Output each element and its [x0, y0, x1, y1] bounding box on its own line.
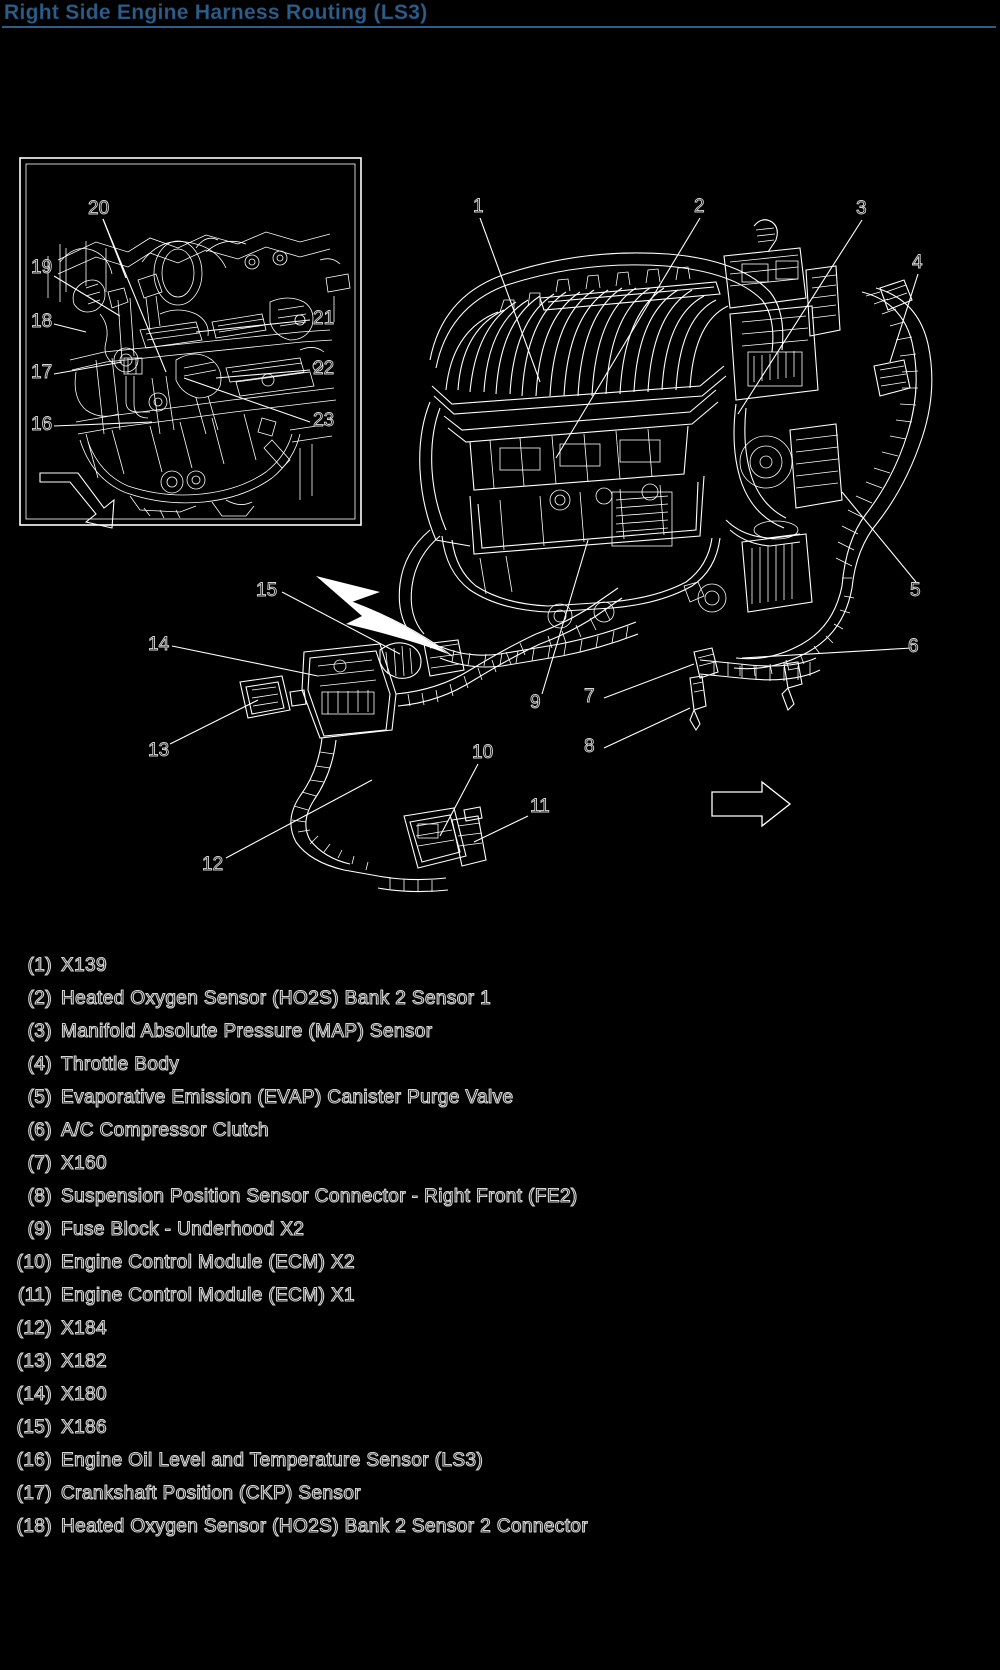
legend-item: (13) X182 [0, 1351, 1000, 1384]
legend-index: (4) [27, 1054, 52, 1076]
callout-15: 15 [256, 580, 277, 601]
legend-item: (4) Throttle Body [0, 1054, 1000, 1087]
legend-label: Crankshaft Position (CKP) Sensor [60, 1483, 362, 1505]
engine-line-art [239, 219, 933, 893]
callout-21: 21 [313, 308, 334, 329]
arrow-right-icon [711, 780, 792, 828]
callout-20: 20 [88, 198, 109, 219]
legend-index: (14) [16, 1384, 52, 1406]
legend-label: Heated Oxygen Sensor (HO2S) Bank 2 Senso… [60, 988, 492, 1010]
callout-7: 7 [584, 686, 595, 707]
legend-index: (18) [16, 1516, 52, 1538]
legend-index: (2) [27, 988, 52, 1010]
callout-5: 5 [910, 580, 921, 601]
legend-label: X182 [61, 1351, 108, 1373]
callout-23: 23 [313, 410, 334, 431]
legend-item: (11) Engine Control Module (ECM) X1 [0, 1285, 1000, 1318]
legend-item: (1) X139 [0, 955, 1000, 988]
legend-item: (17) Crankshaft Position (CKP) Sensor [0, 1483, 1000, 1516]
legend-label: Engine Control Module (ECM) X1 [61, 1285, 356, 1307]
legend-label: Suspension Position Sensor Connector - R… [61, 1186, 578, 1208]
legend-item: (2) Heated Oxygen Sensor (HO2S) Bank 2 S… [0, 988, 1000, 1021]
title-bar: Right Side Engine Harness Routing (LS3) [0, 0, 1000, 30]
callout-2: 2 [694, 196, 705, 217]
callout-13: 13 [148, 740, 169, 761]
page-title: Right Side Engine Harness Routing (LS3) [4, 1, 428, 24]
callout-6: 6 [908, 636, 919, 657]
legend-label: X160 [61, 1153, 108, 1175]
legend-index: (17) [16, 1483, 52, 1505]
callout-17: 17 [31, 362, 52, 383]
legend-index: (9) [27, 1219, 52, 1241]
arrow-curved-up-left-icon [316, 576, 453, 657]
callout-4: 4 [912, 252, 923, 273]
legend-index: (10) [16, 1252, 52, 1274]
callout-16: 16 [31, 414, 52, 435]
legend-index: (13) [16, 1351, 52, 1373]
legend-label: Engine Control Module (ECM) X2 [61, 1252, 356, 1274]
callout-1: 1 [473, 196, 484, 217]
callout-9: 9 [530, 692, 541, 713]
arrow-down-left-icon [39, 472, 115, 529]
legend-item: (6) A/C Compressor Clutch [0, 1120, 1000, 1153]
legend-label: X180 [61, 1384, 108, 1406]
legend-index: (11) [18, 1285, 53, 1307]
callout-8: 8 [584, 736, 595, 757]
inset-line-art [47, 231, 351, 519]
legend-item: (10) Engine Control Module (ECM) X2 [0, 1252, 1000, 1285]
callout-14: 14 [148, 634, 170, 655]
legend-index: (16) [16, 1450, 52, 1472]
legend-index: (5) [27, 1087, 52, 1109]
callout-12: 12 [202, 854, 223, 875]
legend-item: (15) X186 [0, 1417, 1000, 1450]
conduit-ribs-drop [291, 751, 369, 871]
callout-22: 22 [313, 358, 334, 379]
callout-11: 11 [530, 796, 550, 817]
legend-item: (7) X160 [0, 1153, 1000, 1186]
legend-index: (8) [27, 1186, 52, 1208]
component-legend: (1) X139 (2) Heated Oxygen Sensor (HO2S)… [0, 955, 1000, 1549]
legend-item: (8) Suspension Position Sensor Connector… [0, 1186, 1000, 1219]
legend-item: (18) Heated Oxygen Sensor (HO2S) Bank 2 … [0, 1516, 1000, 1549]
legend-label: Fuse Block - Underhood X2 [60, 1219, 305, 1241]
legend-item: (14) X180 [0, 1384, 1000, 1417]
legend-index: (6) [27, 1120, 52, 1142]
legend-item: (12) X184 [0, 1318, 1000, 1351]
legend-label: X184 [61, 1318, 108, 1340]
legend-label: Engine Oil Level and Temperature Sensor … [60, 1450, 484, 1472]
callout-3: 3 [856, 198, 867, 219]
legend-item: (16) Engine Oil Level and Temperature Se… [0, 1450, 1000, 1483]
callout-18: 18 [31, 311, 52, 332]
legend-label: Heated Oxygen Sensor (HO2S) Bank 2 Senso… [60, 1516, 589, 1538]
inset-detail-panel: 20 19 18 17 16 21 22 23 [19, 157, 362, 529]
legend-label: X139 [61, 955, 108, 977]
callout-19: 19 [31, 257, 52, 278]
legend-label: A/C Compressor Clutch [61, 1120, 270, 1142]
legend-index: (3) [27, 1021, 52, 1043]
legend-index: (7) [27, 1153, 52, 1175]
callout-10: 10 [472, 742, 493, 763]
legend-index: (15) [16, 1417, 52, 1439]
legend-label: Throttle Body [60, 1054, 180, 1076]
legend-label: Evaporative Emission (EVAP) Canister Pur… [61, 1087, 514, 1109]
legend-label: Manifold Absolute Pressure (MAP) Sensor [60, 1021, 433, 1043]
legend-index: (1) [27, 955, 52, 977]
legend-index: (12) [16, 1318, 52, 1340]
legend-label: X186 [61, 1417, 108, 1439]
legend-item: (3) Manifold Absolute Pressure (MAP) Sen… [0, 1021, 1000, 1054]
title-underline-rule [2, 26, 996, 28]
main-callouts: 1 2 3 4 5 6 7 8 9 10 11 12 13 14 15 [148, 196, 924, 876]
legend-item: (9) Fuse Block - Underhood X2 [0, 1219, 1000, 1252]
harness-routing-diagram: .ln { fill:none; stroke:#ffffff; stroke-… [0, 30, 1000, 930]
legend-item: (5) Evaporative Emission (EVAP) Canister… [0, 1087, 1000, 1120]
